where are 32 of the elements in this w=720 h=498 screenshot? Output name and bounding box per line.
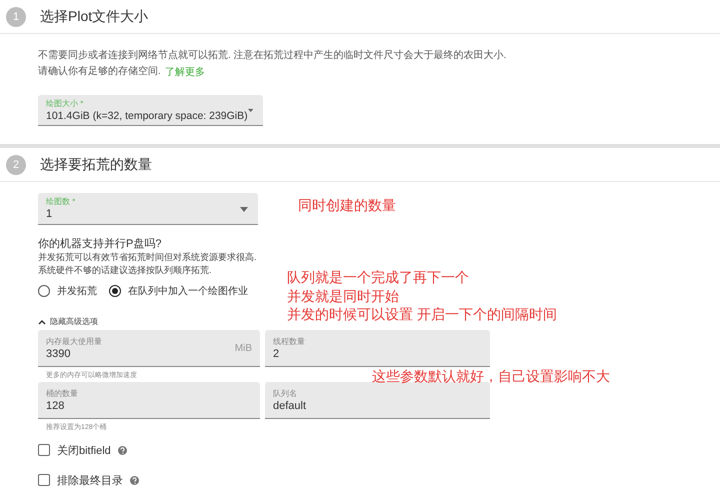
dropdown[interactable]: 绘图大小 * 101.4GiB (k=32, temporary space: 239GiB) bbox=[38, 95, 263, 126]
step-number: 1 bbox=[6, 6, 26, 26]
annotation-text: 同时创建的数量 bbox=[298, 196, 396, 214]
caret-icon bbox=[240, 206, 248, 212]
step-title: 选择Plot文件大小 bbox=[40, 8, 148, 26]
help-icon bbox=[118, 446, 127, 454]
annotation-text: 并发就是同时开始 bbox=[287, 286, 400, 305]
radio-button[interactable] bbox=[38, 285, 50, 297]
dropdown[interactable]: 绘图数 * 1 bbox=[38, 193, 258, 225]
help-icon bbox=[130, 476, 139, 484]
checkbox[interactable] bbox=[38, 444, 50, 456]
input-field[interactable]: 队列名 default bbox=[265, 382, 490, 419]
description-text: 请确认你有足够的存储空间. bbox=[38, 64, 161, 79]
input-field[interactable]: 线程数量 2 bbox=[265, 330, 490, 367]
description-text: 不需要同步或者连接到网络节点就可以拓荒. 注意在拓荒过程中产生的临时文件尺寸会大于最终的农田大小. bbox=[38, 48, 508, 63]
annotation-text: 并发的时候可以设置 开启一下个的间隔时间 bbox=[287, 305, 557, 324]
step-number: 2 bbox=[6, 154, 26, 174]
radio-label: 在队列中加入一个绘图作业 bbox=[128, 284, 248, 298]
radio-label: 并发拓荒 bbox=[57, 284, 97, 298]
input-field[interactable]: 桶的数量 128 bbox=[38, 382, 260, 419]
checkbox[interactable] bbox=[38, 474, 50, 486]
hint-text: 并发拓荒可以有效节省拓荒时间但对系统资源要求很高. 系统硬件不够的话建议选择按队列顺序拓荒. bbox=[38, 251, 258, 277]
checkbox-label: 排除最终目录 bbox=[57, 474, 123, 488]
question-text: 你的机器支持并行P盘吗? bbox=[38, 237, 162, 251]
step-title: 选择要拓荒的数量 bbox=[40, 156, 152, 174]
caret-icon bbox=[248, 108, 253, 113]
annotation-text: 队列就是一个完成了再下一个 bbox=[287, 268, 470, 286]
checkbox-label: 关闭bitfield bbox=[57, 444, 111, 458]
chevron-up-icon bbox=[38, 318, 46, 324]
input-field[interactable]: 内存最大使用量 3390 MiB bbox=[38, 330, 260, 367]
radio-button[interactable] bbox=[109, 285, 121, 297]
advanced-toggle[interactable]: 隐藏高级选项 bbox=[38, 316, 98, 327]
